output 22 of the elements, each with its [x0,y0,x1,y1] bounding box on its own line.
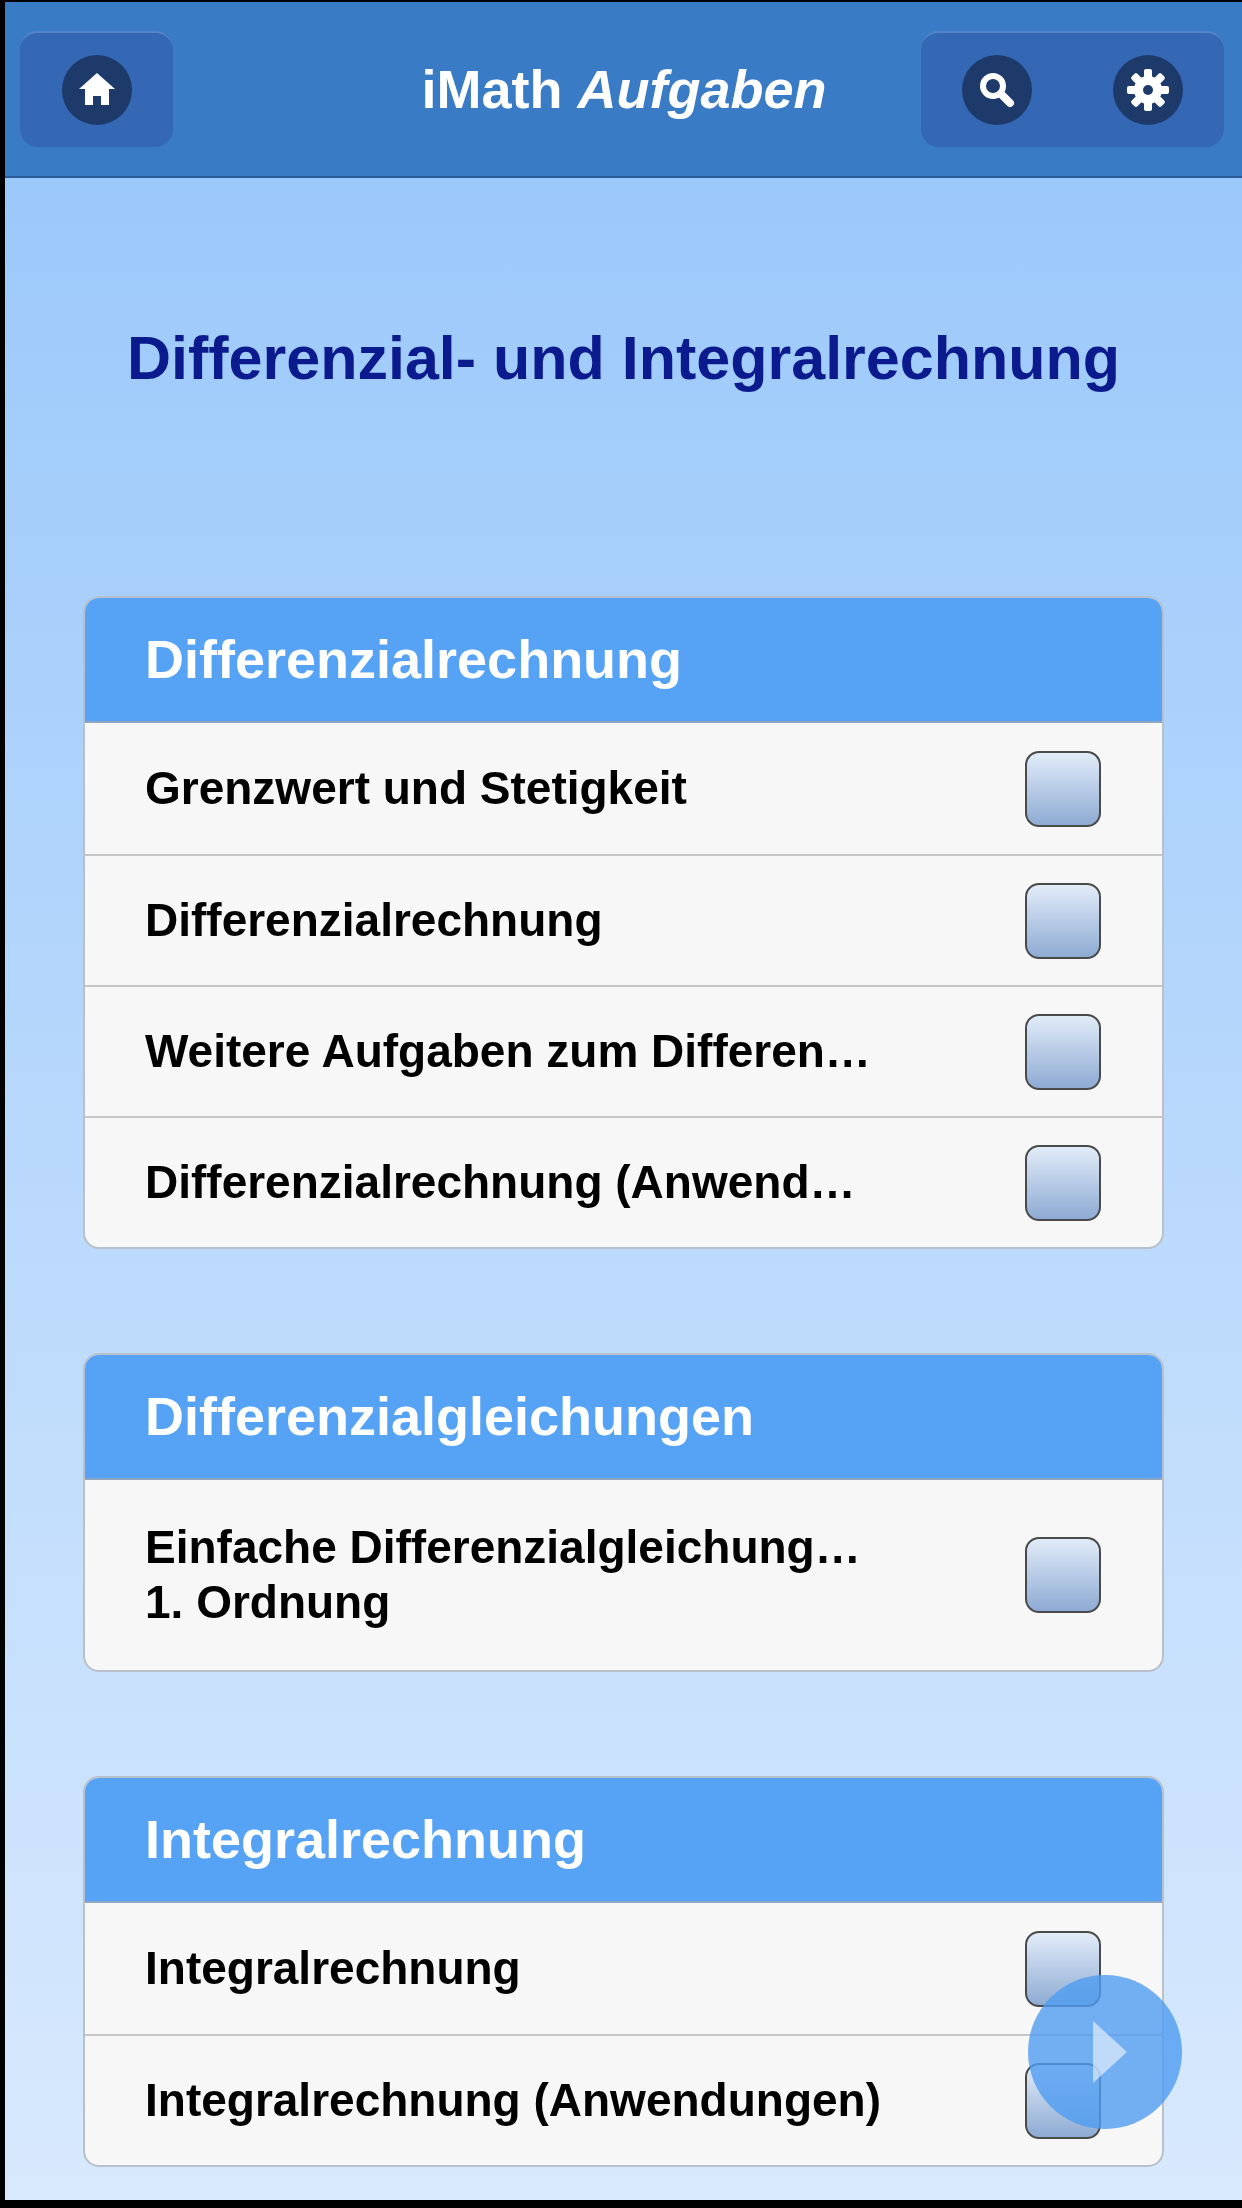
topic-label[interactable]: Differenzialrechnung [145,893,603,949]
page-title: Differenzial- und Integralrechnung [126,323,1121,394]
checkbox[interactable] [1025,1537,1101,1614]
checkbox[interactable] [1025,1013,1101,1090]
section-header: Differenzialgleichungen [85,1355,1162,1481]
search-icon [961,55,1032,125]
checkbox[interactable] [1025,1144,1101,1221]
topic-label[interactable]: Differenzialrechnung (Anwend… [145,1155,856,1211]
section-header: Differenzialrechnung [85,598,1162,724]
section-header: Integralrechnung [85,1778,1162,1904]
topic-label[interactable]: Weitere Aufgaben zum Differen… [145,1024,871,1080]
app-title: iMath Aufgaben [421,57,827,121]
home-icon [61,55,132,125]
play-icon [1093,2021,1127,2083]
checkbox[interactable] [1025,750,1101,827]
topic-label[interactable]: Grenzwert und Stetigkeit [145,761,687,817]
topic-label[interactable]: Integralrechnung (Anwendungen) [145,2073,881,2129]
checkbox[interactable] [1025,882,1101,959]
gear-icon [1113,55,1184,125]
topic-label[interactable]: Einfache Differenzialgleichung… 1. Ordnung [145,1520,861,1631]
home-button[interactable] [20,31,173,147]
topic-label[interactable]: Integralrechnung [145,1941,521,1997]
